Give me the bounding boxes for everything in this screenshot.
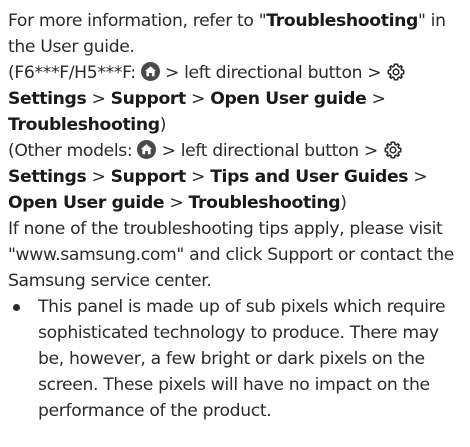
notes-list: This panel is made up of sub pixels whic… (8, 294, 464, 424)
path2-prefix: (Other models: (8, 141, 138, 161)
gear-icon (386, 62, 406, 82)
path1-sep3: > (366, 89, 386, 109)
path2-open-user-guide: Open User guide (8, 193, 165, 213)
bullet-dot (13, 304, 20, 311)
contact-paragraph: If none of the troubleshooting tips appl… (8, 219, 454, 291)
list-item: This panel is made up of sub pixels whic… (8, 294, 464, 424)
menu-path-f6-h5: (F6***F/H5***F: > left directional butto… (8, 60, 464, 138)
path1-prefix: (F6***F/H5***F: (8, 63, 141, 83)
path2-sep1: > (86, 167, 111, 187)
path1-sep2: > (185, 89, 211, 109)
path2-left-button: > left directional button > (156, 141, 384, 161)
path1-open-user-guide: Open User guide (210, 89, 367, 109)
path2-settings: Settings (8, 167, 87, 187)
path2-sep3: > (408, 167, 428, 187)
path2-sep2: > (185, 167, 211, 187)
path1-settings: Settings (8, 89, 87, 109)
path1-close: ) (159, 115, 167, 135)
path1-troubleshooting: Troubleshooting (8, 115, 160, 135)
path2-support: Support (110, 167, 187, 187)
intro-text-before: For more information, refer to " (8, 11, 267, 31)
menu-path-other-models: (Other models: > left directional button… (8, 138, 464, 216)
path1-sep1: > (86, 89, 111, 109)
document-body: For more information, refer to "Troubles… (8, 8, 464, 424)
intro-paragraph: For more information, refer to "Troubles… (8, 8, 464, 60)
gear-icon (383, 140, 403, 160)
path1-left-button: > left directional button > (159, 63, 387, 83)
home-icon (137, 140, 157, 159)
path2-close: ) (340, 193, 347, 213)
path2-sep4: > (164, 193, 189, 213)
path1-support: Support (110, 89, 187, 109)
troubleshooting-term: Troubleshooting (266, 11, 418, 31)
home-icon (140, 62, 160, 81)
path2-troubleshooting: Troubleshooting (188, 193, 341, 213)
path2-tips-and-user-guides: Tips and User Guides (210, 167, 409, 187)
bullet-text: This panel is made up of sub pixels whic… (38, 297, 446, 421)
